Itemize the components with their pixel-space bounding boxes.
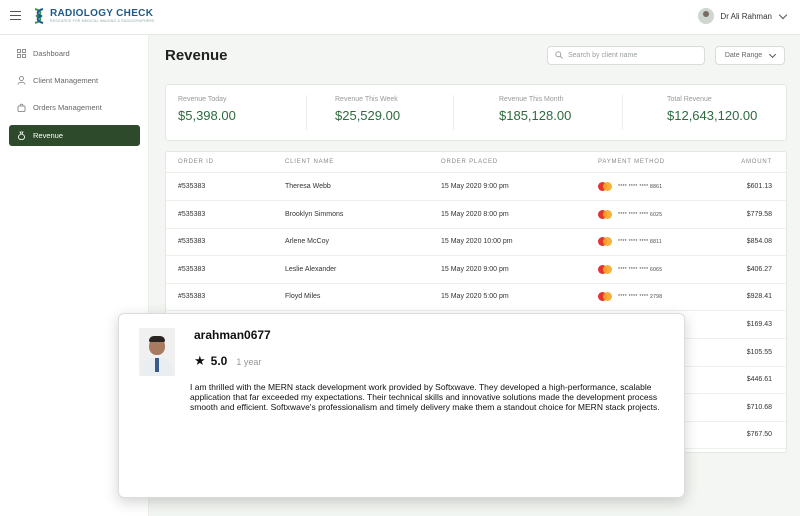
- user-name: Dr Ali Rahman: [720, 11, 772, 21]
- mastercard-icon: [598, 209, 612, 219]
- date-range-dropdown[interactable]: Date Range: [715, 46, 785, 65]
- client-name-cell: Brooklyn Simmons: [285, 210, 344, 218]
- card-number-cell: **** **** **** 8861: [618, 184, 663, 190]
- divider: [622, 95, 623, 130]
- avatar: [698, 8, 715, 24]
- sidebar-item-revenue[interactable]: Revenue: [9, 125, 140, 146]
- search-icon: [555, 50, 563, 61]
- client-name-cell: Arlene McCoy: [285, 238, 329, 246]
- star-icon: ★: [194, 353, 206, 368]
- stat-revenue-this-week: Revenue This Week $25,529.00: [335, 96, 400, 123]
- user-icon: [17, 76, 26, 85]
- stat-revenue-today: Revenue Today $5,398.00: [178, 96, 236, 123]
- order-id-cell: #535383: [178, 265, 206, 273]
- review-rating: ★ 5.0 1 year: [194, 354, 261, 368]
- order-placed-cell: 15 May 2020 10:00 pm: [441, 238, 513, 246]
- client-name-cell: Leslie Alexander: [285, 265, 337, 273]
- stat-label: Revenue This Month: [499, 96, 564, 103]
- amount-cell: $406.27: [746, 265, 772, 273]
- table-row[interactable]: #535383 Arlene McCoy 15 May 2020 10:00 pm *…: [166, 228, 786, 257]
- page-title: Revenue: [165, 47, 228, 64]
- dashboard-icon: [17, 49, 26, 58]
- table-row[interactable]: #535383 Brooklyn Simmons 15 May 2020 8:00 …: [166, 201, 786, 229]
- chevron-down-icon: [778, 10, 788, 19]
- divider: [453, 95, 454, 130]
- top-bar: RADIOLOGY CHECK RESOURCE FOR MEDICAL IMA…: [0, 0, 800, 35]
- user-menu[interactable]: Dr Ali Rahman: [698, 8, 788, 24]
- menu-icon[interactable]: [10, 11, 21, 20]
- amount-cell: $710.68: [746, 403, 772, 411]
- sidebar-item-label: Revenue: [33, 131, 64, 140]
- logo-mark-icon: [32, 7, 46, 25]
- stat-label: Revenue This Week: [335, 96, 398, 103]
- mastercard-icon: [598, 182, 612, 191]
- stat-value: $5,398.00: [178, 108, 236, 123]
- column-header-order-id[interactable]: ORDER ID: [178, 159, 214, 165]
- client-name-cell: Floyd Miles: [285, 293, 321, 301]
- stat-value: $185,128.00: [499, 108, 572, 123]
- rating-score: 5.0: [210, 354, 228, 368]
- amount-cell: $169.43: [746, 321, 772, 328]
- card-number-cell: **** **** **** 6025: [618, 211, 663, 218]
- logo-title: RADIOLOGY CHECK: [50, 8, 154, 19]
- amount-cell: $767.50: [746, 431, 772, 439]
- amount-cell: $446.61: [746, 376, 772, 384]
- order-id-cell: #535383: [178, 183, 206, 190]
- sidebar-item-client-management[interactable]: Client Management: [9, 70, 140, 91]
- stat-total-revenue: Total Revenue $12,643,120.00: [667, 96, 757, 123]
- card-number-cell: **** **** **** 8811: [618, 239, 662, 246]
- table-row[interactable]: #535383 Floyd Miles 15 May 2020 5:00 pm ***…: [166, 283, 786, 312]
- revenue-stats: Revenue Today $5,398.00 Revenue This Wee…: [165, 84, 787, 141]
- review-card: arahman0677 ★ 5.0 1 year I am thrilled w…: [118, 313, 685, 498]
- table-row[interactable]: #535383 Leslie Alexander 15 May 2020 9:00 …: [166, 256, 786, 284]
- order-id-cell: #535383: [178, 293, 206, 301]
- date-range-label: Date Range: [724, 52, 763, 59]
- amount-cell: $779.58: [746, 210, 772, 218]
- sidebar-item-label: Dashboard: [33, 49, 70, 58]
- column-header-amount[interactable]: AMOUNT: [741, 159, 772, 165]
- column-header-client-name[interactable]: CLIENT NAME: [285, 159, 334, 165]
- mastercard-icon: [598, 292, 612, 302]
- review-time: 1 year: [236, 357, 262, 367]
- money-bag-icon: [17, 131, 26, 140]
- order-placed-cell: 15 May 2020 9:00 pm: [441, 183, 509, 190]
- sidebar-item-dashboard[interactable]: Dashboard: [9, 43, 140, 64]
- divider: [306, 95, 307, 130]
- order-placed-cell: 15 May 2020 8:00 pm: [441, 210, 509, 218]
- table-header: ORDER ID CLIENT NAME ORDER PLACED PAYMEN…: [166, 152, 786, 173]
- search-placeholder: Search by client name: [568, 52, 638, 59]
- order-placed-cell: 15 May 2020 5:00 pm: [441, 293, 509, 301]
- reviewer-username: arahman0677: [194, 328, 271, 342]
- bag-icon: [17, 103, 26, 112]
- amount-cell: $105.55: [746, 348, 772, 356]
- column-header-order-placed[interactable]: ORDER PLACED: [441, 159, 498, 165]
- order-id-cell: #535383: [178, 238, 206, 246]
- mastercard-icon: [598, 264, 612, 274]
- stat-value: $25,529.00: [335, 108, 401, 123]
- chevron-down-icon: [769, 50, 777, 59]
- amount-cell: $854.08: [746, 238, 772, 246]
- reviewer-avatar: [139, 328, 175, 376]
- amount-cell: $928.41: [746, 293, 772, 301]
- stat-label: Total Revenue: [667, 96, 712, 103]
- sidebar-item-orders-management[interactable]: Orders Management: [9, 97, 140, 118]
- sidebar-item-label: Orders Management: [33, 103, 102, 112]
- logo[interactable]: RADIOLOGY CHECK RESOURCE FOR MEDICAL IMA…: [32, 7, 155, 25]
- column-header-payment-method[interactable]: PAYMENT METHOD: [598, 159, 665, 165]
- review-text: I am thrilled with the MERN stack develo…: [190, 382, 660, 412]
- card-number-cell: **** **** **** 6065: [618, 266, 663, 273]
- client-name-cell: Theresa Webb: [285, 183, 331, 190]
- stat-revenue-this-month: Revenue This Month $185,128.00: [499, 96, 571, 123]
- amount-cell: $601.13: [746, 183, 772, 190]
- search-input[interactable]: Search by client name: [547, 46, 705, 65]
- card-number-cell: **** **** **** 2798: [618, 294, 663, 301]
- order-placed-cell: 15 May 2020 9:00 pm: [441, 265, 509, 273]
- table-row[interactable]: #535383 Theresa Webb 15 May 2020 9:00 pm **…: [166, 173, 786, 201]
- order-id-cell: #535383: [178, 210, 206, 218]
- stat-label: Revenue Today: [178, 96, 227, 103]
- logo-subtitle: RESOURCE FOR MEDICAL IMAGING & RADIOGRAP…: [50, 19, 155, 23]
- mastercard-icon: [598, 237, 612, 247]
- stat-value: $12,643,120.00: [667, 108, 758, 123]
- sidebar-item-label: Client Management: [33, 76, 99, 85]
